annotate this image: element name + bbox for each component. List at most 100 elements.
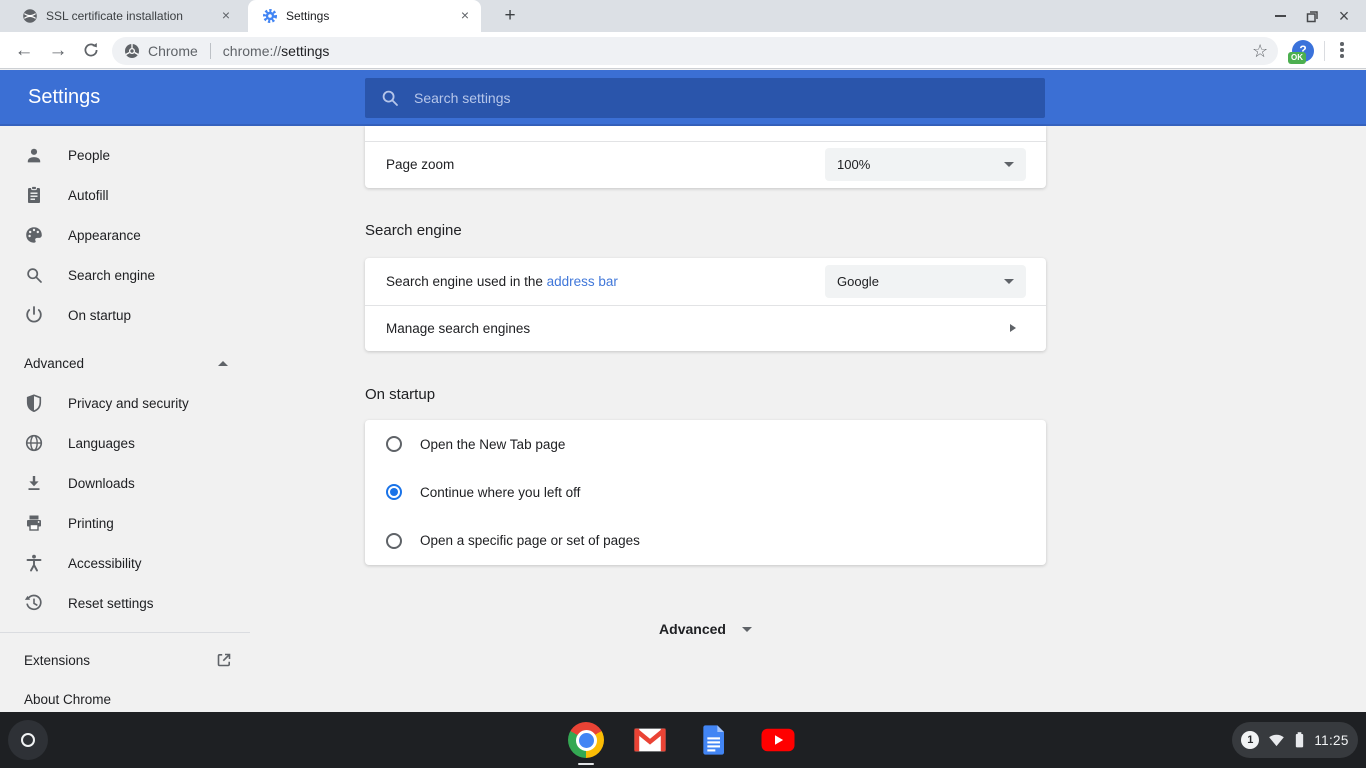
globe-icon: [24, 433, 44, 453]
startup-radio-0[interactable]: [386, 436, 402, 452]
search-engine-select[interactable]: Google: [825, 265, 1026, 298]
advanced-expand-button[interactable]: Advanced: [365, 616, 1046, 642]
profile-avatar[interactable]: ? OK: [1292, 40, 1314, 62]
active-app-indicator: [578, 763, 594, 766]
settings-search-input[interactable]: Search settings: [365, 78, 1045, 118]
close-window-icon[interactable]: ×: [1328, 0, 1360, 32]
new-tab-button[interactable]: +: [498, 4, 522, 28]
sidebar-item-extensions[interactable]: Extensions: [0, 640, 250, 680]
url-app-label: Chrome: [148, 43, 198, 59]
shelf-app-docs[interactable]: [694, 720, 734, 760]
tab-title: Settings: [286, 9, 449, 23]
reset-icon: [24, 593, 44, 613]
chevron-right-icon: [1010, 324, 1016, 332]
printer-icon: [24, 513, 44, 533]
sidebar-item-on-startup[interactable]: On startup: [0, 295, 250, 335]
chrome-page-icon: [124, 43, 140, 59]
battery-icon: [1294, 731, 1305, 749]
search-placeholder: Search settings: [414, 90, 511, 106]
sidebar-item-reset[interactable]: Reset settings: [0, 583, 250, 623]
settings-header: Settings Search settings: [0, 70, 1366, 126]
sidebar-item-people[interactable]: People: [0, 135, 250, 175]
youtube-icon: [760, 722, 796, 758]
shelf-apps: [566, 720, 798, 760]
appearance-card-partial: Page zoom 100%: [365, 126, 1046, 188]
sidebar-item-languages[interactable]: Languages: [0, 423, 250, 463]
close-tab-icon[interactable]: ×: [218, 8, 234, 24]
status-tray[interactable]: 1 11:25: [1232, 722, 1358, 758]
chrome-icon: [568, 722, 604, 758]
wifi-icon: [1268, 733, 1285, 747]
page-zoom-row: Page zoom: [386, 141, 454, 188]
forward-icon[interactable]: →: [48, 41, 68, 61]
address-bar-link[interactable]: address bar: [547, 274, 618, 289]
launcher-circle-icon: [21, 733, 35, 747]
notification-count-badge: 1: [1241, 731, 1259, 749]
download-icon: [24, 473, 44, 493]
tab-settings[interactable]: Settings ×: [248, 0, 481, 32]
palette-icon: [24, 225, 44, 245]
chromebook-screen: SSL certificate installation × Settings …: [0, 0, 1366, 768]
person-icon: [24, 145, 44, 165]
gmail-icon: [633, 723, 667, 757]
external-link-icon: [214, 650, 234, 670]
shield-icon: [24, 393, 44, 413]
sidebar-item-autofill[interactable]: Autofill: [0, 175, 250, 215]
minimize-window-icon[interactable]: [1264, 0, 1296, 32]
on-startup-card: Open the New Tab page Continue where you…: [365, 420, 1046, 565]
shelf-app-youtube[interactable]: [758, 720, 798, 760]
url-separator: [210, 43, 211, 59]
sidebar-item-downloads[interactable]: Downloads: [0, 463, 250, 503]
chevron-down-icon: [1004, 279, 1014, 284]
sidebar-item-privacy[interactable]: Privacy and security: [0, 383, 250, 423]
startup-option-new-tab[interactable]: Open the New Tab page: [365, 420, 1046, 468]
sidebar-item-printing[interactable]: Printing: [0, 503, 250, 543]
page-zoom-select[interactable]: 100%: [825, 148, 1026, 181]
reload-icon[interactable]: [82, 41, 102, 61]
docs-icon: [698, 723, 730, 757]
gear-favicon-icon: [262, 8, 278, 24]
startup-option-specific-pages[interactable]: Open a specific page or set of pages: [365, 517, 1046, 565]
section-heading-search-engine: Search engine: [365, 222, 462, 239]
chevron-up-icon: [218, 361, 228, 366]
sidebar-item-appearance[interactable]: Appearance: [0, 215, 250, 255]
tab-ssl-certificate[interactable]: SSL certificate installation ×: [8, 0, 242, 32]
page-title: Settings: [28, 70, 100, 124]
close-tab-icon[interactable]: ×: [457, 8, 473, 24]
back-icon[interactable]: ←: [14, 41, 34, 61]
url-text: chrome://settings: [223, 43, 330, 59]
startup-radio-2[interactable]: [386, 533, 402, 549]
clock-time: 11:25: [1314, 733, 1348, 748]
omnibox-url-bar[interactable]: Chrome chrome://settings: [112, 37, 1278, 65]
row-divider: [365, 141, 1046, 142]
restore-window-icon[interactable]: [1296, 0, 1328, 32]
sidebar-advanced-toggle[interactable]: Advanced: [0, 343, 250, 383]
power-icon: [24, 305, 44, 325]
browser-menu-icon[interactable]: [1340, 42, 1344, 58]
search-engine-card: Search engine used in the address bar Go…: [365, 258, 1046, 351]
section-heading-on-startup: On startup: [365, 386, 435, 403]
sidebar-item-accessibility[interactable]: Accessibility: [0, 543, 250, 583]
startup-radio-1[interactable]: [386, 484, 402, 500]
shelf-app-gmail[interactable]: [630, 720, 670, 760]
toolbar-divider: [1324, 41, 1325, 61]
window-controls: ×: [1264, 0, 1360, 32]
startup-option-continue[interactable]: Continue where you left off: [365, 468, 1046, 516]
launcher-button[interactable]: [8, 720, 48, 760]
sidebar-divider: [0, 632, 250, 633]
autofill-icon: [24, 185, 44, 205]
search-icon: [24, 265, 44, 285]
chevron-down-icon: [742, 627, 752, 632]
shelf-app-chrome[interactable]: [566, 720, 606, 760]
shelf: 1 11:25: [0, 712, 1366, 768]
bookmark-star-icon[interactable]: ☆: [1252, 41, 1268, 62]
chevron-down-icon: [1004, 162, 1014, 167]
search-icon: [381, 89, 399, 107]
sidebar-item-search-engine[interactable]: Search engine: [0, 255, 250, 295]
tab-strip: SSL certificate installation × Settings …: [0, 0, 1366, 32]
manage-search-engines-row[interactable]: Manage search engines: [365, 305, 1046, 351]
accessibility-icon: [24, 553, 44, 573]
globe-favicon-icon: [22, 8, 38, 24]
ok-badge: OK: [1288, 52, 1306, 64]
tab-title: SSL certificate installation: [46, 9, 210, 23]
